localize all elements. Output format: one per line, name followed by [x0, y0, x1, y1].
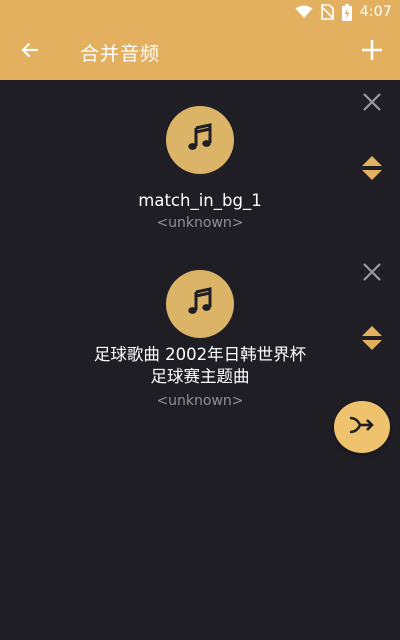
track-artist: <unknown> [156, 393, 244, 409]
plus-icon [361, 39, 383, 65]
track-artist: <unknown> [156, 215, 244, 231]
track-thumbnail [166, 270, 234, 338]
remove-track-button[interactable] [358, 90, 386, 118]
remove-track-button[interactable] [358, 260, 386, 288]
close-icon [362, 262, 382, 286]
battery-charging-icon [341, 3, 352, 21]
back-button[interactable] [14, 36, 46, 68]
reorder-handle[interactable] [358, 325, 386, 355]
track-name-line: 足球歌曲 2002年日韩世界杯 [93, 345, 307, 364]
status-bar: 4:07 [0, 0, 400, 24]
app-bar: 合并音频 [0, 24, 400, 80]
reorder-icon [361, 325, 383, 355]
track-thumbnail [166, 106, 234, 174]
track-name: match_in_bg_1 [138, 191, 262, 210]
close-icon [362, 92, 382, 116]
track-name: 足球歌曲 2002年日韩世界杯 足球赛主题曲 [40, 344, 360, 388]
add-audio-button[interactable] [356, 36, 388, 68]
track-name-line: 足球赛主题曲 [150, 367, 250, 386]
arrow-left-icon [20, 40, 40, 64]
track-item: match_in_bg_1 <unknown> [0, 93, 400, 256]
reorder-icon [361, 155, 383, 185]
merge-icon [348, 414, 376, 440]
no-sim-icon [320, 4, 334, 20]
status-time: 4:07 [359, 4, 392, 20]
wifi-icon [295, 5, 313, 19]
merge-button[interactable] [334, 401, 390, 453]
track-item: 足球歌曲 2002年日韩世界杯 足球赛主题曲 <unknown> [0, 258, 400, 428]
page-title: 合并音频 [80, 43, 161, 65]
reorder-handle[interactable] [358, 155, 386, 185]
music-note-icon [185, 287, 215, 321]
music-note-icon [185, 123, 215, 157]
